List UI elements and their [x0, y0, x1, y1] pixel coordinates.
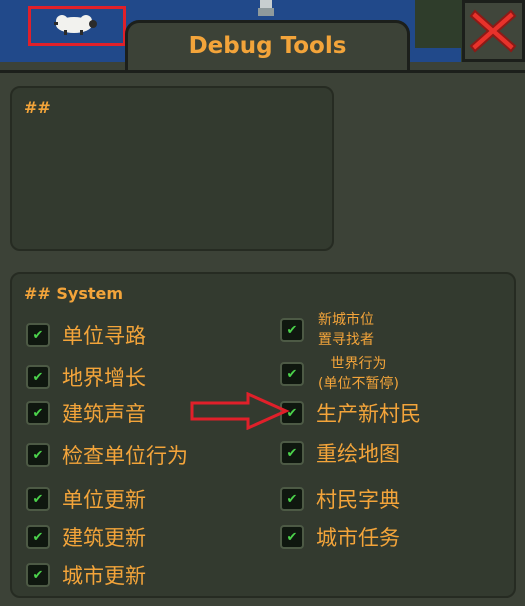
checkbox-checked[interactable]: ✔	[26, 365, 50, 389]
checkmark-icon: ✔	[32, 447, 44, 463]
arrow-right-icon	[190, 392, 290, 430]
option-world-behaviour[interactable]: ✔ 世界行为 (单位不暂停)	[280, 354, 399, 394]
option-label: 建筑声音	[62, 402, 146, 426]
window-title: Debug Tools	[188, 33, 347, 59]
checkmark-icon: ✔	[32, 529, 44, 545]
option-check-unit-behaviour[interactable]: ✔ 检查单位行为	[26, 440, 188, 470]
option-new-city-site-finder[interactable]: ✔ 新城市位 置寻找者	[280, 310, 374, 350]
checkmark-icon: ✔	[32, 327, 44, 343]
option-label: 重绘地图	[316, 442, 400, 466]
checkmark-icon: ✔	[32, 567, 44, 583]
option-label: 单位寻路	[62, 324, 146, 348]
system-panel-heading: ## System	[24, 284, 124, 303]
option-label: 城市任务	[316, 526, 400, 550]
option-city-tasks[interactable]: ✔ 城市任务	[280, 522, 400, 552]
option-label: 建筑更新	[62, 526, 146, 550]
close-x-icon	[469, 9, 517, 53]
checkmark-icon: ✔	[32, 369, 44, 385]
checkbox-checked[interactable]: ✔	[280, 487, 304, 511]
option-label-line2: (单位不暂停)	[318, 376, 399, 392]
option-unit-update[interactable]: ✔ 单位更新	[26, 484, 146, 514]
info-panel-heading: ##	[24, 98, 51, 117]
checkbox-checked[interactable]: ✔	[26, 323, 50, 347]
checkmark-icon: ✔	[32, 405, 44, 421]
option-label-line1: 世界行为	[330, 356, 387, 372]
checkmark-icon: ✔	[286, 491, 298, 507]
annotation-highlight-box	[28, 6, 126, 46]
checkbox-checked[interactable]: ✔	[280, 362, 304, 386]
info-panel: ##	[10, 86, 334, 251]
option-villager-dictionary[interactable]: ✔ 村民字典	[280, 484, 400, 514]
option-redraw-map[interactable]: ✔ 重绘地图	[280, 438, 400, 468]
option-unit-pathfinding[interactable]: ✔ 单位寻路	[26, 320, 146, 350]
checkmark-icon: ✔	[286, 322, 298, 338]
option-label: 村民字典	[316, 488, 400, 512]
option-building-update[interactable]: ✔ 建筑更新	[26, 522, 146, 552]
option-label: 城市更新	[62, 564, 146, 588]
option-label: 地界增长	[62, 366, 146, 390]
checkmark-icon: ✔	[286, 366, 298, 382]
option-spawn-new-villagers[interactable]: ✔ 生产新村民	[280, 398, 421, 428]
checkmark-icon: ✔	[286, 445, 298, 461]
close-button[interactable]	[462, 0, 525, 62]
checkbox-checked[interactable]: ✔	[26, 525, 50, 549]
checkbox-checked[interactable]: ✔	[26, 563, 50, 587]
option-zone-growth[interactable]: ✔ 地界增长	[26, 362, 146, 392]
option-label: 单位更新	[62, 488, 146, 512]
option-label: 新城市位 置寻找者	[318, 310, 374, 350]
checkbox-checked[interactable]: ✔	[26, 401, 50, 425]
checkbox-checked[interactable]: ✔	[26, 487, 50, 511]
checkbox-checked[interactable]: ✔	[26, 443, 50, 467]
map-corner	[415, 0, 463, 48]
option-city-update[interactable]: ✔ 城市更新	[26, 560, 146, 590]
option-building-sounds[interactable]: ✔ 建筑声音	[26, 398, 146, 428]
option-label: 检查单位行为	[62, 444, 188, 468]
checkmark-icon: ✔	[32, 491, 44, 507]
window-title-tab: Debug Tools	[125, 20, 410, 70]
option-label-line2: 置寻找者	[318, 332, 374, 348]
checkbox-checked[interactable]: ✔	[280, 525, 304, 549]
option-label: 世界行为 (单位不暂停)	[318, 354, 399, 394]
option-label-line1: 新城市位	[318, 312, 374, 328]
checkmark-icon: ✔	[286, 529, 298, 545]
option-label: 生产新村民	[316, 402, 421, 426]
checkbox-checked[interactable]: ✔	[280, 318, 304, 342]
checkbox-checked[interactable]: ✔	[280, 441, 304, 465]
unit-figure-icon	[258, 0, 274, 16]
